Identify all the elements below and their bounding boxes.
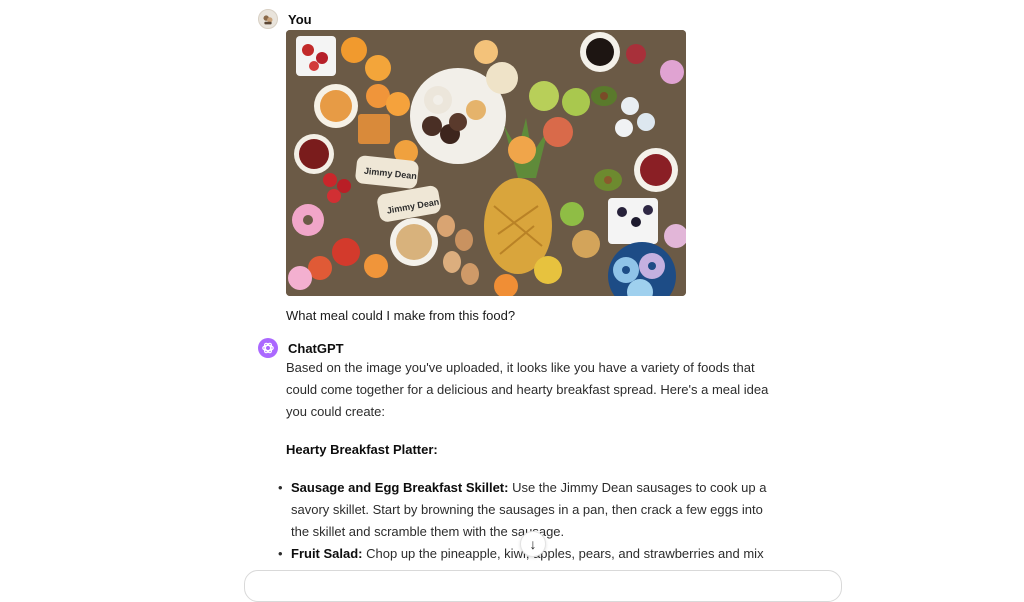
- uploaded-food-image[interactable]: Jimmy Dean Jimmy Dean: [286, 30, 686, 296]
- message-composer[interactable]: [244, 570, 842, 602]
- assistant-author-name: ChatGPT: [288, 340, 344, 356]
- reply-intro: Based on the image you've uploaded, it l…: [286, 360, 769, 419]
- food-image-illustration: Jimmy Dean Jimmy Dean: [286, 30, 686, 296]
- list-item-title: Sausage and Egg Breakfast Skillet:: [291, 480, 509, 495]
- list-item-text: Chop up the pineapple, kiwi, apples, pea…: [362, 546, 764, 561]
- openai-logo-icon: [258, 338, 278, 358]
- arrow-down-icon: ↓: [529, 536, 537, 552]
- list-item-title: Fruit Salad:: [291, 546, 363, 561]
- user-message-header: You: [258, 9, 312, 29]
- assistant-message-header: ChatGPT: [258, 338, 344, 358]
- scroll-to-bottom-button[interactable]: ↓: [520, 531, 546, 557]
- bullet-icon: •: [278, 480, 283, 495]
- user-prompt-text: What meal could I make from this food?: [286, 308, 516, 323]
- bullet-icon: •: [278, 546, 283, 561]
- user-author-name: You: [288, 11, 312, 27]
- reply-heading: Hearty Breakfast Platter:: [286, 442, 438, 457]
- user-avatar-icon: [258, 9, 278, 29]
